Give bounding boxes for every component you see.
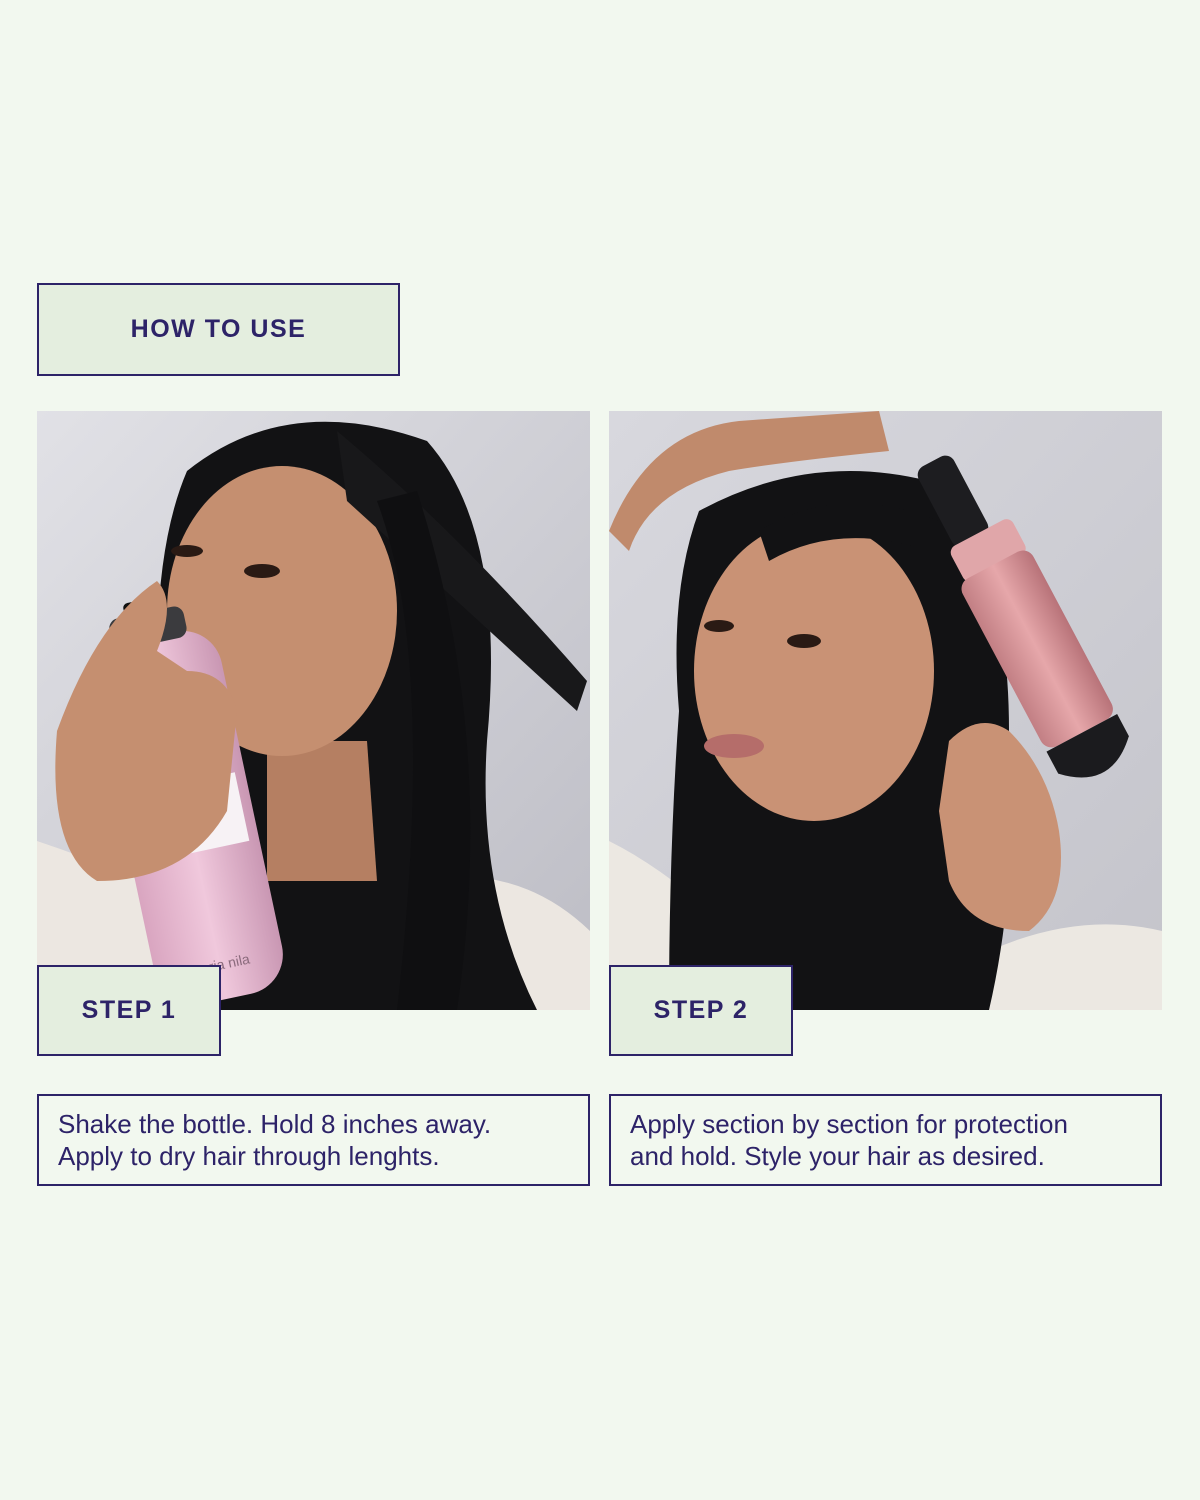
step-1-description-line-2: Apply to dry hair through lenghts. [58,1141,440,1171]
step-2-description-line-2: and hold. Style your hair as desired. [630,1141,1045,1171]
how-to-use-heading: HOW TO USE [37,283,400,376]
step-2-photo [609,411,1162,1010]
step-2-description-line-1: Apply section by section for protection [630,1109,1068,1139]
step-1-description-line-1: Shake the bottle. Hold 8 inches away. [58,1109,492,1139]
woman-curling-hair-photo [609,411,1162,1010]
step-1-description: Shake the bottle. Hold 8 inches away. Ap… [37,1094,590,1186]
woman-spraying-product-photo: maria nila [37,411,590,1010]
step-2-description: Apply section by section for protection … [609,1094,1162,1186]
step-1-photo: maria nila [37,411,590,1010]
step-1-label: STEP 1 [37,965,221,1056]
step-2-label: STEP 2 [609,965,793,1056]
